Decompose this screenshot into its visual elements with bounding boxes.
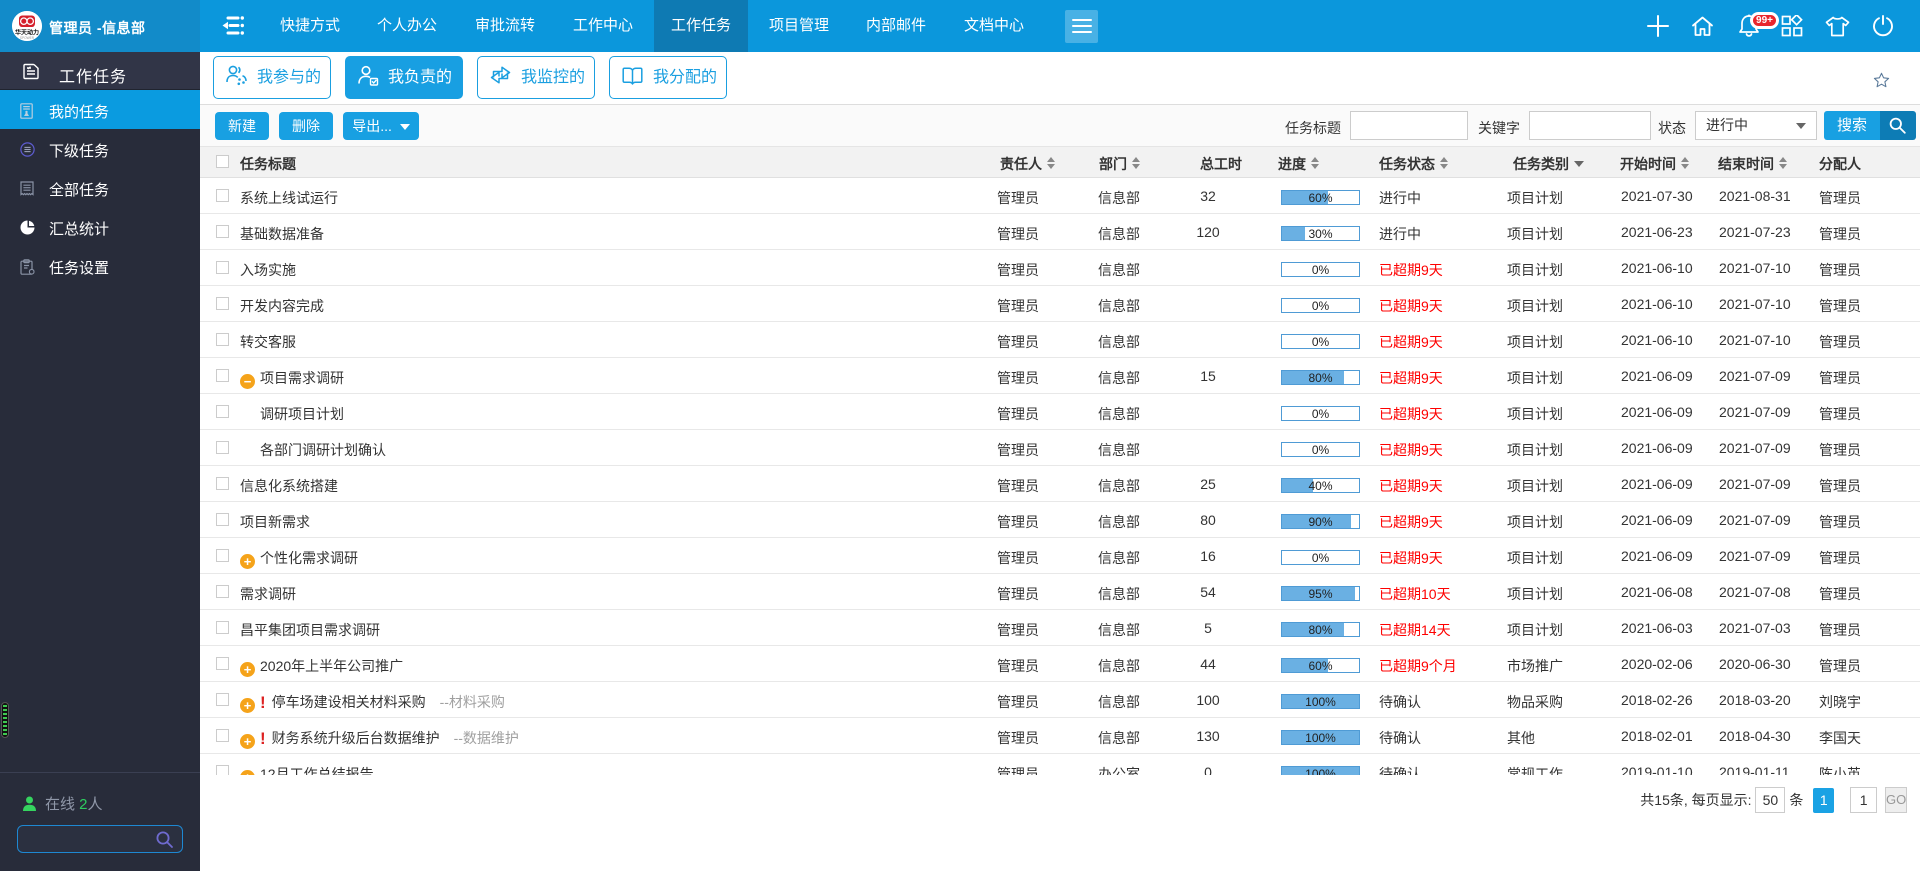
svg-text:SPOWER: SPOWER <box>20 36 35 40</box>
